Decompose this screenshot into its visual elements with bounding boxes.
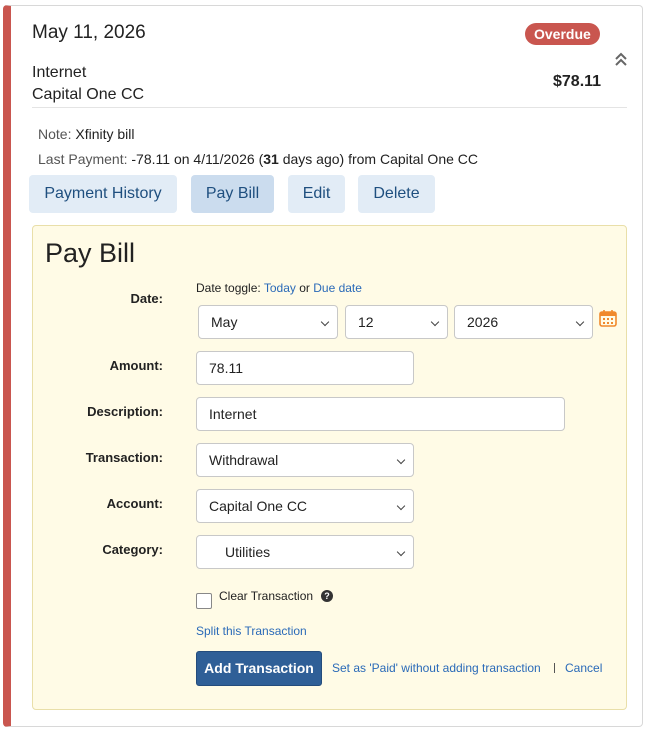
- chevron-down-icon: [430, 317, 440, 327]
- category-value: Utilities: [225, 544, 271, 560]
- last-payment-days-suffix: days ago): [282, 151, 345, 167]
- bill-amount: $78.11: [553, 73, 602, 90]
- double-chevron-up-icon[interactable]: [614, 52, 628, 68]
- transaction-label: Transaction:: [85, 450, 163, 465]
- bill-note: Note: Xfinity bill: [38, 126, 135, 142]
- last-payment-days: 31: [263, 151, 279, 167]
- last-payment-label: Last Payment:: [38, 151, 128, 167]
- description-label: Description:: [87, 404, 163, 419]
- last-payment: Last Payment: -78.11 on 4/11/2026 (31 da…: [38, 151, 479, 167]
- month-select[interactable]: May: [198, 305, 338, 339]
- day-value: 12: [358, 314, 374, 330]
- date-toggle-or: or: [299, 281, 310, 295]
- account-label: Account:: [106, 496, 163, 511]
- note-label: Note:: [38, 126, 72, 142]
- account-value: Capital One CC: [209, 498, 308, 514]
- chevron-down-icon: [396, 547, 406, 557]
- split-transaction-link[interactable]: Split this Transaction: [196, 624, 307, 638]
- chevron-down-icon: [396, 501, 406, 511]
- date-toggle-due-link[interactable]: Due date: [313, 281, 362, 295]
- month-value: May: [211, 314, 238, 330]
- transaction-value: Withdrawal: [209, 452, 279, 468]
- amount-input[interactable]: 78.11: [196, 351, 414, 385]
- pay-bill-panel: Pay Bill Date: Date toggle: Today or Due…: [32, 225, 627, 710]
- date-label: Date:: [130, 291, 163, 306]
- bill-due-date: May 11, 2026: [32, 22, 146, 43]
- divider: [32, 107, 627, 108]
- year-value: 2026: [467, 314, 499, 330]
- transaction-select[interactable]: Withdrawal: [196, 443, 414, 477]
- link-separator: [554, 663, 555, 673]
- account-select[interactable]: Capital One CC: [196, 489, 414, 523]
- last-payment-date: 4/11/2026: [193, 151, 255, 167]
- pay-bill-button[interactable]: Pay Bill: [191, 175, 274, 213]
- bill-account: Capital One CC: [32, 86, 145, 103]
- cancel-link[interactable]: Cancel: [565, 661, 602, 675]
- question-circle-icon[interactable]: ?: [321, 590, 333, 602]
- chevron-down-icon: [575, 317, 585, 327]
- payment-history-button[interactable]: Payment History: [29, 175, 177, 213]
- calendar-icon[interactable]: [599, 309, 617, 327]
- bill-card: May 11, 2026 Overdue Internet Capital On…: [3, 5, 643, 727]
- chevron-down-icon: [396, 455, 406, 465]
- category-select[interactable]: Utilities: [196, 535, 414, 569]
- last-payment-on: on: [173, 151, 190, 167]
- note-value: Xfinity bill: [75, 126, 135, 142]
- date-toggle-prefix: Date toggle:: [196, 281, 261, 295]
- description-input[interactable]: Internet: [196, 397, 565, 431]
- bill-payee: Internet: [32, 64, 87, 81]
- day-select[interactable]: 12: [345, 305, 448, 339]
- year-select[interactable]: 2026: [454, 305, 593, 339]
- category-label: Category:: [102, 542, 163, 557]
- date-toggle-today-link[interactable]: Today: [264, 281, 296, 295]
- chevron-down-icon: [320, 317, 330, 327]
- edit-button[interactable]: Edit: [288, 175, 345, 213]
- last-payment-from: from Capital One CC: [348, 151, 479, 167]
- amount-label: Amount:: [109, 358, 163, 373]
- delete-button[interactable]: Delete: [358, 175, 435, 213]
- status-badge: Overdue: [525, 23, 600, 45]
- pay-bill-title: Pay Bill: [45, 238, 136, 268]
- date-toggle: Date toggle: Today or Due date: [196, 281, 362, 295]
- clear-transaction-label: Clear Transaction: [219, 589, 314, 603]
- add-transaction-button[interactable]: Add Transaction: [196, 651, 322, 686]
- last-payment-amount: -78.11: [131, 151, 171, 167]
- clear-transaction-checkbox[interactable]: [196, 593, 212, 609]
- set-paid-link[interactable]: Set as 'Paid' without adding transaction: [332, 661, 541, 675]
